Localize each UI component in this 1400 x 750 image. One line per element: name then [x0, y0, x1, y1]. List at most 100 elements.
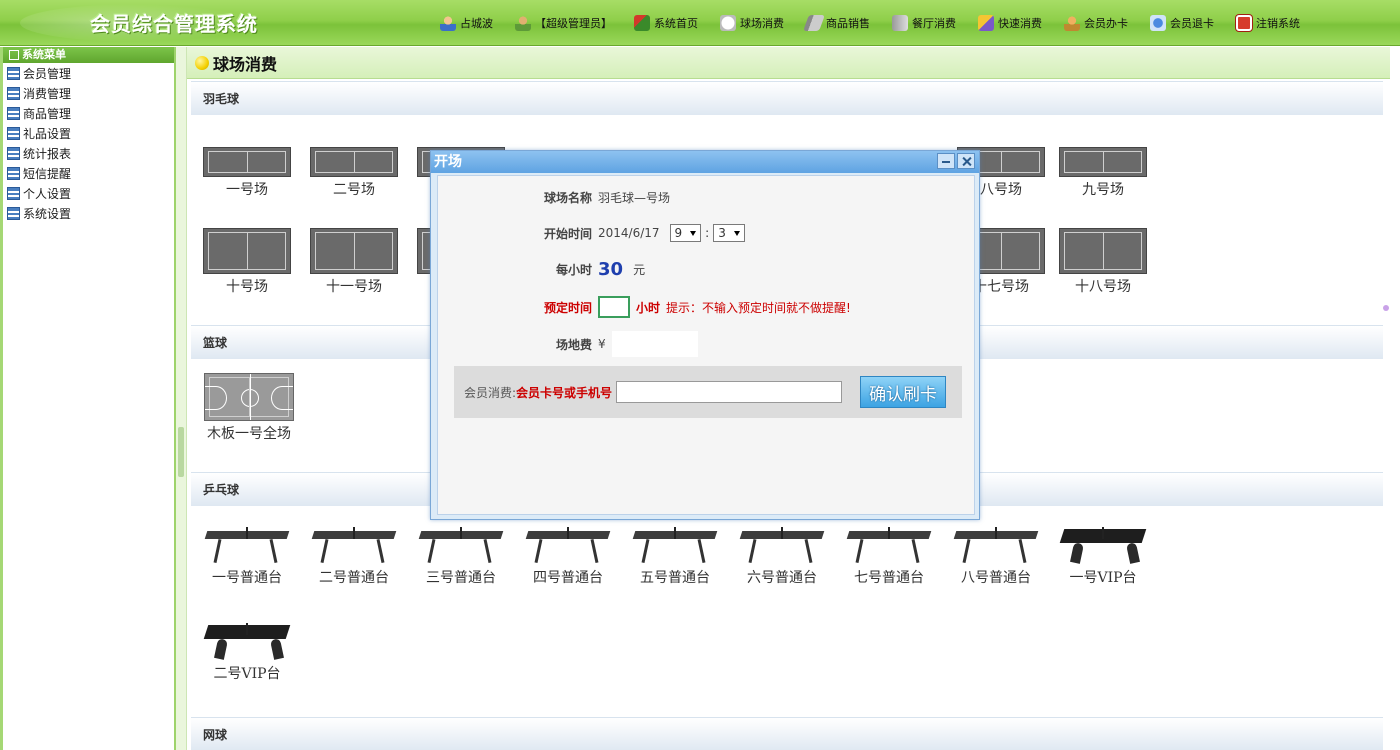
- table-regular-6[interactable]: 六号普通台: [732, 525, 832, 587]
- member-card-input[interactable]: [616, 381, 843, 403]
- document-icon: [7, 186, 20, 200]
- court-image: [1059, 228, 1147, 274]
- nav-restaurant[interactable]: 餐厅消费: [892, 15, 956, 31]
- court-image: [1059, 147, 1147, 177]
- card-icon: [1064, 15, 1080, 31]
- top-nav: 占城波 【超级管理员】 系统首页 球场消费 商品销售 餐厅消费 快速消费 会员办…: [440, 12, 1322, 34]
- sidebar-item-reports[interactable]: 统计报表: [3, 143, 174, 163]
- start-minute-select[interactable]: 3: [713, 224, 745, 242]
- nav-quick-consume[interactable]: 快速消费: [978, 15, 1042, 31]
- reserve-tip: 提示：不输入预定时间就不做提醒!: [666, 300, 851, 315]
- court-badminton-9[interactable]: 九号场: [1055, 147, 1151, 199]
- court-badminton-10[interactable]: 十号场: [199, 228, 295, 296]
- table-vip-1[interactable]: 一号VIP台: [1053, 525, 1153, 587]
- court-badminton-1[interactable]: 一号场: [199, 147, 295, 199]
- court-image: [310, 147, 398, 177]
- current-user: 占城波: [440, 15, 493, 31]
- document-icon: [7, 146, 20, 160]
- court-badminton-11[interactable]: 十一号场: [306, 228, 402, 296]
- document-icon: [7, 126, 20, 140]
- page-title: 球场消费: [187, 47, 1390, 79]
- start-date: 2014/6/17: [598, 226, 660, 240]
- bulb-icon: [195, 55, 209, 70]
- court-name-value: 羽毛球—号场: [598, 190, 671, 205]
- home-icon: [634, 15, 650, 31]
- sidebar-item-goods[interactable]: 商品管理: [3, 103, 174, 123]
- nav-logout[interactable]: 注销系统: [1236, 15, 1300, 31]
- document-icon: [7, 66, 20, 80]
- court-badminton-18[interactable]: 十八号场: [1055, 228, 1151, 296]
- start-hour-select[interactable]: 9: [669, 224, 702, 242]
- table-regular-7[interactable]: 七号普通台: [839, 525, 939, 587]
- ball-icon: [720, 15, 736, 31]
- reserve-hours-input[interactable]: [598, 296, 630, 318]
- user-role-label: 【超级管理员】: [535, 17, 612, 30]
- document-icon: [7, 86, 20, 100]
- edit-icon: [9, 50, 19, 60]
- court-name-row: 球场名称 羽毛球—号场: [543, 190, 671, 205]
- return-icon: [1150, 15, 1166, 31]
- basketball-court-image: [204, 373, 294, 421]
- open-court-dialog: 开场 球场名称 羽毛球—号场 开始时间 2014/6/17 9 : 3 每小时 …: [430, 150, 980, 520]
- sidebar-item-member[interactable]: 会员管理: [3, 63, 174, 83]
- vip-table-image: [1058, 525, 1148, 565]
- sidebar-item-sms[interactable]: 短信提醒: [3, 163, 174, 183]
- close-icon[interactable]: [957, 153, 975, 169]
- court-fee-row: 场地费 ¥: [438, 330, 968, 358]
- dialog-body: 球场名称 羽毛球—号场 开始时间 2014/6/17 9 : 3 每小时 30 …: [437, 175, 975, 515]
- sidebar-item-consumption[interactable]: 消费管理: [3, 83, 174, 103]
- scroll-indicator: [1383, 305, 1389, 311]
- sidebar-item-personal[interactable]: 个人设置: [3, 183, 174, 203]
- court-basketball-1[interactable]: 木板一号全场: [199, 373, 299, 443]
- court-image: [203, 228, 291, 274]
- goods-icon: [803, 15, 825, 31]
- pingpong-table-image: [202, 525, 292, 565]
- hourly-price-row: 每小时 30 元: [555, 258, 646, 280]
- court-image: [310, 228, 398, 274]
- top-header: 会员综合管理系统 占城波 【超级管理员】 系统首页 球场消费 商品销售 餐厅消费: [0, 0, 1400, 46]
- user-name: 占城波: [460, 17, 493, 30]
- table-regular-3[interactable]: 三号普通台: [411, 525, 511, 587]
- table-regular-5[interactable]: 五号普通台: [625, 525, 725, 587]
- member-swipe-panel: 会员消费: 会员卡号或手机号 确认刷卡: [454, 366, 962, 418]
- pingpong-table-image: [309, 525, 399, 565]
- pingpong-table-image: [523, 525, 613, 565]
- table-regular-8[interactable]: 八号普通台: [946, 525, 1046, 587]
- splitter-grip[interactable]: [178, 427, 184, 477]
- court-badminton-2[interactable]: 二号场: [306, 147, 402, 199]
- nav-goods-sales[interactable]: 商品销售: [803, 15, 870, 31]
- document-icon: [7, 166, 20, 180]
- reserve-time-row: 预定时间 小时 提示：不输入预定时间就不做提醒!: [438, 294, 968, 320]
- nav-court-consumption[interactable]: 球场消费: [720, 15, 784, 31]
- sidebar-header: 系统菜单: [3, 47, 174, 63]
- pingpong-table-image: [844, 525, 934, 565]
- nav-return-card[interactable]: 会员退卡: [1150, 15, 1214, 31]
- table-regular-4[interactable]: 四号普通台: [518, 525, 618, 587]
- dialog-title: 开场: [431, 151, 979, 173]
- logout-icon: [1236, 15, 1252, 31]
- court-fee-input[interactable]: [611, 331, 698, 357]
- start-time-row: 开始时间 2014/6/17 9 : 3: [438, 222, 968, 244]
- sidebar-item-gifts[interactable]: 礼品设置: [3, 123, 174, 143]
- hourly-price: 30: [598, 258, 624, 280]
- table-regular-2[interactable]: 二号普通台: [304, 525, 404, 587]
- restaurant-icon: [892, 15, 908, 31]
- quick-icon: [978, 15, 994, 31]
- confirm-swipe-button[interactable]: 确认刷卡: [860, 376, 947, 408]
- table-vip-2[interactable]: 二号VIP台: [197, 621, 297, 683]
- panel-splitter[interactable]: [176, 47, 186, 750]
- table-regular-1[interactable]: 一号普通台: [197, 525, 297, 587]
- minimize-icon[interactable]: [937, 153, 955, 169]
- sidebar: 系统菜单 会员管理 消费管理 商品管理 礼品设置 统计报表 短信提醒 个人设置 …: [0, 47, 176, 750]
- pingpong-table-image: [737, 525, 827, 565]
- user-icon: [440, 15, 456, 31]
- sidebar-item-system[interactable]: 系统设置: [3, 203, 174, 223]
- app-title: 会员综合管理系统: [90, 12, 258, 36]
- user-role: 【超级管理员】: [515, 15, 612, 31]
- vip-table-image: [202, 621, 292, 661]
- nav-home[interactable]: 系统首页: [634, 15, 698, 31]
- admin-icon: [515, 15, 531, 31]
- chevron-down-icon: [690, 230, 697, 236]
- document-icon: [7, 206, 20, 220]
- nav-new-card[interactable]: 会员办卡: [1064, 15, 1128, 31]
